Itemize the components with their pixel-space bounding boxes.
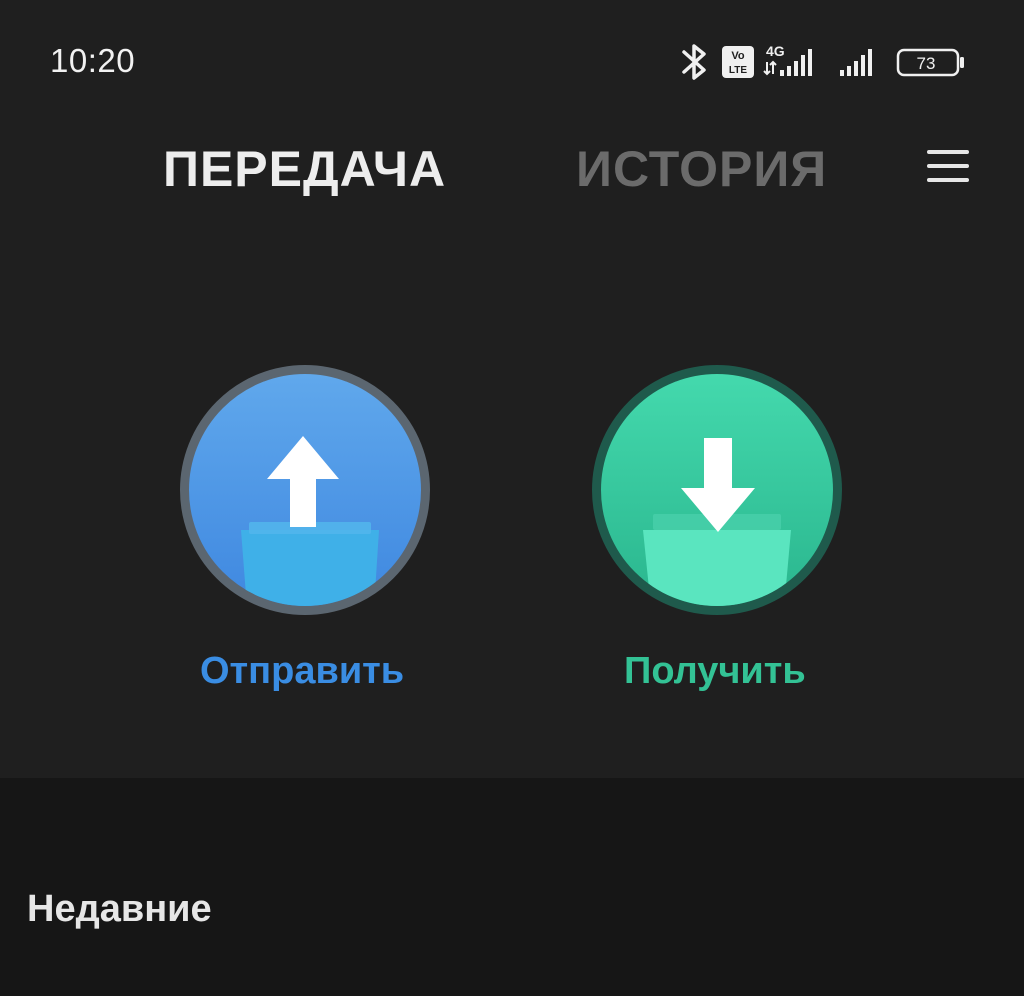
transfer-panel (0, 0, 1024, 778)
send-button[interactable] (180, 365, 430, 615)
volte-text-lte: LTE (729, 65, 747, 76)
volte-text-vo: Vo (731, 50, 745, 62)
signal-4g-icon: 4G (763, 43, 812, 76)
recent-panel (0, 778, 1024, 996)
battery-level: 73 (917, 54, 936, 73)
receive-button[interactable] (592, 365, 842, 615)
tab-history[interactable]: ИСТОРИЯ (576, 140, 827, 198)
status-time: 10:20 (50, 42, 136, 79)
tab-transfer[interactable]: ПЕРЕДАЧА (163, 140, 446, 198)
send-label[interactable]: Отправить (200, 650, 404, 693)
recent-title: Недавние (27, 888, 212, 930)
status-icons: Vo LTE 4G 73 (676, 40, 976, 84)
network-label: 4G (766, 43, 785, 59)
battery-icon: 73 (896, 48, 964, 77)
bluetooth-icon (682, 44, 706, 80)
upload-folder-icon (241, 436, 379, 606)
signal-icon (840, 49, 872, 76)
receive-label[interactable]: Получить (624, 650, 806, 693)
hamburger-menu-icon[interactable] (926, 146, 970, 186)
volte-icon: Vo LTE (722, 46, 754, 78)
download-folder-icon (643, 438, 791, 606)
